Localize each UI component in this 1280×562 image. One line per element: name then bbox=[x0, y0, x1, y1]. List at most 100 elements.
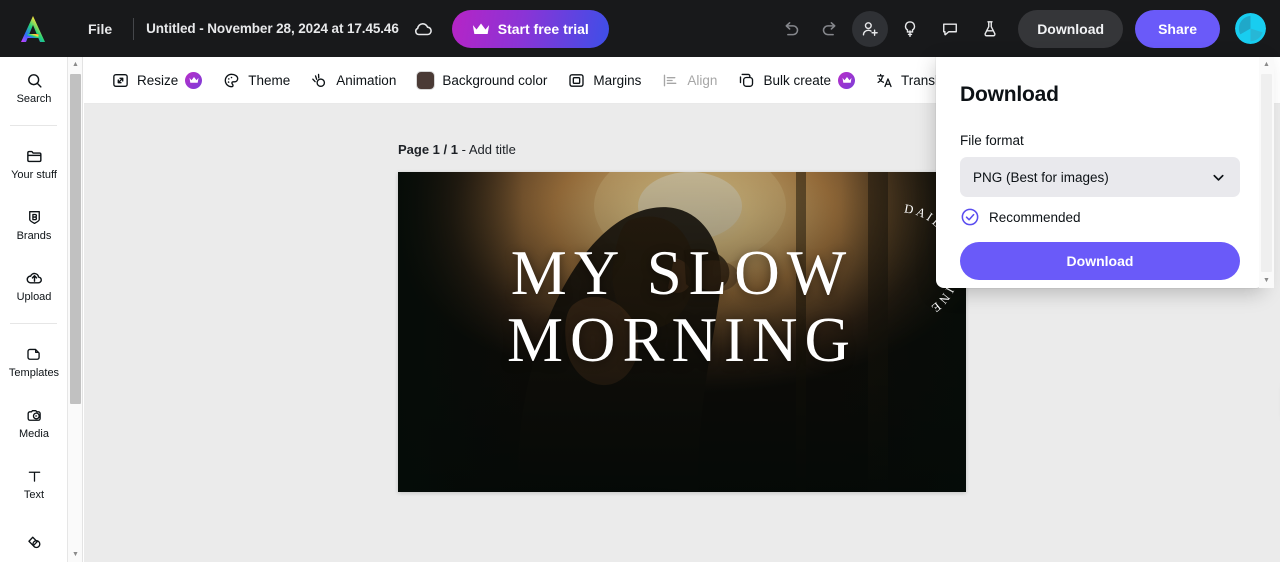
panel-scroll-up-arrow[interactable]: ▲ bbox=[1259, 57, 1274, 72]
cloud-sync-icon[interactable] bbox=[412, 18, 434, 40]
scroll-down-arrow[interactable]: ▼ bbox=[68, 547, 83, 562]
sidebar-item-brands[interactable]: Brands bbox=[0, 194, 67, 255]
search-icon bbox=[27, 73, 42, 88]
align-icon bbox=[664, 74, 677, 86]
resize-icon bbox=[113, 73, 128, 87]
header-actions: Download Share bbox=[772, 9, 1266, 48]
panel-download-button[interactable]: Download bbox=[960, 242, 1240, 280]
toolbar-background-color-button[interactable]: Background color bbox=[407, 64, 556, 97]
toolbar-theme-button[interactable]: Theme bbox=[213, 64, 299, 97]
toolbar-margins-label: Margins bbox=[593, 72, 642, 88]
redo-icon bbox=[822, 22, 836, 36]
sidebar-label-search: Search bbox=[16, 92, 52, 105]
comment-icon bbox=[943, 22, 958, 35]
redo-button[interactable] bbox=[812, 11, 848, 47]
folder-icon bbox=[26, 150, 42, 162]
toolbar-margins-button[interactable]: Margins bbox=[558, 64, 650, 97]
download-panel-heading: Download bbox=[960, 83, 1059, 106]
sidebar-label-media: Media bbox=[19, 427, 49, 440]
user-avatar[interactable] bbox=[1235, 13, 1266, 44]
header-download-button[interactable]: Download bbox=[1018, 9, 1124, 48]
translate-icon bbox=[877, 73, 892, 87]
toolbar-theme-label: Theme bbox=[248, 72, 291, 88]
file-format-label: File format bbox=[960, 133, 1024, 148]
sidebar-divider-2 bbox=[10, 323, 57, 324]
share-button[interactable]: Share bbox=[1135, 9, 1220, 48]
undo-button[interactable] bbox=[772, 11, 808, 47]
pro-crown-badge-resize bbox=[185, 71, 203, 89]
palette-icon bbox=[224, 73, 239, 87]
page-number: Page 1 / 1 bbox=[398, 142, 458, 157]
toolbar-resize-label: Resize bbox=[137, 72, 179, 88]
design-page[interactable]: MY SLOW MORNING DAILY ROUTINE bbox=[398, 172, 966, 492]
toolbar-background-color-label: Background color bbox=[442, 72, 548, 88]
page-title-label[interactable]: Page 1 / 1 - Add title bbox=[398, 142, 516, 157]
top-header-bar: File Untitled - November 28, 2024 at 17.… bbox=[0, 0, 1280, 57]
text-icon bbox=[28, 471, 40, 482]
toolbar-align-button[interactable]: Align bbox=[652, 64, 726, 97]
file-format-value: PNG (Best for images) bbox=[973, 169, 1109, 185]
shapes-icon bbox=[27, 536, 40, 549]
crown-icon bbox=[189, 76, 199, 83]
sidebar-label-text: Text bbox=[23, 488, 45, 501]
toolbar-animation-button[interactable]: Animation bbox=[301, 64, 405, 97]
recommended-row: Recommended bbox=[960, 207, 1240, 227]
sidebar-divider-1 bbox=[10, 125, 57, 126]
add-title-text: - Add title bbox=[457, 142, 516, 157]
margins-icon bbox=[569, 73, 585, 87]
animation-icon bbox=[312, 73, 326, 87]
bulk-create-icon bbox=[740, 73, 754, 87]
toolbar-align-label: Align bbox=[687, 72, 718, 88]
add-person-icon bbox=[862, 21, 878, 36]
labs-button[interactable] bbox=[972, 11, 1008, 47]
flask-icon bbox=[984, 20, 996, 36]
check-circle-icon bbox=[961, 208, 979, 226]
file-menu-button[interactable]: File bbox=[79, 16, 121, 42]
sidebar-item-templates[interactable]: Templates bbox=[0, 331, 67, 392]
panel-scrollbar-thumb[interactable] bbox=[1261, 74, 1272, 272]
lightbulb-icon bbox=[905, 20, 916, 37]
sidebar-item-text[interactable]: Text bbox=[0, 453, 67, 514]
toolbar-animation-label: Animation bbox=[336, 72, 397, 88]
download-panel: Download File format PNG (Best for image… bbox=[936, 57, 1264, 288]
left-sidebar: Search Your stuff Brands Upload Template… bbox=[0, 57, 68, 562]
upload-cloud-icon bbox=[26, 272, 42, 283]
panel-scroll-down-arrow[interactable]: ▼ bbox=[1259, 273, 1274, 288]
sidebar-item-search[interactable]: Search bbox=[0, 57, 67, 118]
document-title[interactable]: Untitled - November 28, 2024 at 17.45.46 bbox=[146, 21, 399, 36]
templates-icon bbox=[26, 348, 40, 360]
canva-editor-window: File Untitled - November 28, 2024 at 17.… bbox=[0, 0, 1280, 562]
toolbar-bulk-create-button[interactable]: Bulk create bbox=[728, 64, 864, 97]
sidebar-item-media[interactable]: Media bbox=[0, 392, 67, 453]
sidebar-label-brands: Brands bbox=[16, 229, 52, 242]
comment-button[interactable] bbox=[932, 11, 968, 47]
add-collaborator-button[interactable] bbox=[852, 10, 889, 47]
sidebar-item-your-stuff[interactable]: Your stuff bbox=[0, 133, 67, 194]
pro-crown-badge-bulk bbox=[838, 71, 855, 89]
media-icon bbox=[26, 409, 41, 421]
scrollbar-thumb[interactable] bbox=[70, 74, 81, 404]
recommended-label: Recommended bbox=[989, 209, 1081, 225]
download-panel-scrollbar[interactable]: ▲ ▼ bbox=[1259, 57, 1274, 288]
header-divider bbox=[133, 17, 135, 40]
sidebar-scrollbar[interactable]: ▲ ▼ bbox=[68, 57, 83, 562]
background-color-swatch bbox=[416, 70, 436, 90]
sidebar-label-templates: Templates bbox=[8, 366, 60, 379]
crown-icon bbox=[472, 23, 489, 34]
scroll-up-arrow[interactable]: ▲ bbox=[68, 57, 83, 72]
toolbar-bulk-create-label: Bulk create bbox=[763, 72, 831, 88]
crown-icon bbox=[842, 76, 851, 83]
chevron-down-icon bbox=[1213, 174, 1224, 181]
canva-logo-icon[interactable] bbox=[16, 12, 50, 46]
sidebar-item-shapes[interactable] bbox=[0, 514, 67, 562]
toolbar-resize-button[interactable]: Resize bbox=[102, 64, 211, 97]
start-free-trial-button[interactable]: Start free trial bbox=[451, 9, 609, 48]
sidebar-label-upload: Upload bbox=[16, 290, 52, 303]
sidebar-item-upload[interactable]: Upload bbox=[0, 255, 67, 316]
trial-label: Start free trial bbox=[497, 20, 589, 37]
file-format-select[interactable]: PNG (Best for images) bbox=[960, 157, 1240, 197]
avatar-graphic bbox=[1235, 13, 1266, 44]
brand-badge-icon bbox=[28, 210, 40, 224]
sidebar-label-your-stuff: Your stuff bbox=[11, 168, 57, 181]
ideas-button[interactable] bbox=[892, 11, 928, 47]
